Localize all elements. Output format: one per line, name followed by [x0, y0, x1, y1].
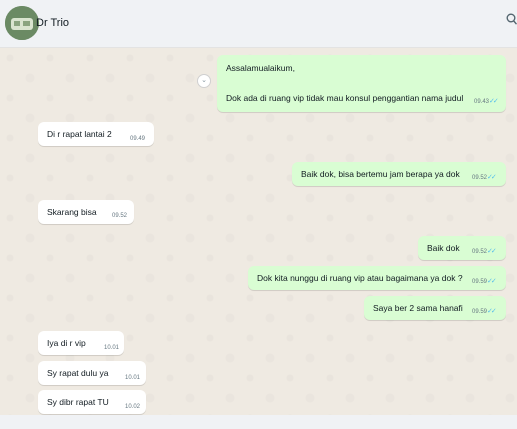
message-time: 09.59	[472, 309, 488, 315]
double-check-icon: ✓✓	[487, 248, 497, 255]
message-text: Baik dok	[427, 243, 460, 253]
message-bubble-outgoing[interactable]: Baik dok 09.52 ✓✓	[418, 236, 506, 260]
message-text: Skarang bisa	[47, 207, 97, 217]
chevron-down-icon[interactable]: ⌄	[197, 74, 211, 88]
message-text: Dok kita nunggu di ruang vip atau bagaim…	[257, 273, 463, 283]
message-text: Sy rapat dulu ya	[47, 368, 109, 378]
message-time: 09.52	[472, 175, 488, 181]
double-check-icon: ✓✓	[487, 174, 497, 181]
double-check-icon: ✓✓	[487, 278, 497, 285]
message-text: Iya di r vip	[47, 338, 86, 348]
composer-bar	[0, 415, 517, 429]
message-bubble-incoming[interactable]: Di r rapat lantai 2 09.49	[38, 122, 154, 146]
message-text: Dok ada di ruang vip tidak mau konsul pe…	[226, 93, 464, 103]
message-text: Assalamualaikum,	[226, 63, 295, 73]
contact-name[interactable]: Dr Trio	[36, 17, 69, 29]
message-bubble-incoming[interactable]: Skarang bisa 09.52	[38, 200, 134, 224]
double-check-icon: ✓✓	[489, 98, 499, 105]
message-bubble-incoming[interactable]: Iya di r vip 10.01	[38, 331, 124, 355]
message-bubble-outgoing[interactable]: Saya ber 2 sama hanafi 09.59 ✓✓	[364, 296, 506, 320]
message-text: Saya ber 2 sama hanafi	[373, 303, 463, 313]
message-bubble-outgoing[interactable]: Assalamualaikum, Dok ada di ruang vip ti…	[217, 55, 506, 112]
message-time: 09.43	[474, 99, 490, 105]
chat-header: Dr Trio	[0, 0, 517, 48]
search-icon[interactable]	[506, 12, 517, 30]
double-check-icon: ✓✓	[487, 308, 497, 315]
message-time: 10.01	[125, 375, 141, 381]
message-time: 10.01	[104, 345, 120, 351]
message-text: Sy dibr rapat TU	[47, 397, 109, 407]
message-time: 09.52	[472, 249, 488, 255]
avatar[interactable]	[5, 6, 39, 40]
message-bubble-outgoing[interactable]: Baik dok, bisa bertemu jam berapa ya dok…	[292, 162, 506, 186]
message-time: 09.59	[472, 279, 488, 285]
message-bubble-incoming[interactable]: Sy dibr rapat TU 10.02	[38, 390, 146, 414]
message-bubble-incoming[interactable]: Sy rapat dulu ya 10.01	[38, 361, 146, 385]
message-time: 09.52	[112, 213, 128, 219]
message-time: 10.02	[125, 404, 141, 410]
message-text: Di r rapat lantai 2	[47, 129, 112, 139]
message-text: Baik dok, bisa bertemu jam berapa ya dok	[301, 169, 460, 179]
message-bubble-outgoing[interactable]: Dok kita nunggu di ruang vip atau bagaim…	[248, 266, 506, 290]
message-time: 09.49	[130, 136, 146, 142]
